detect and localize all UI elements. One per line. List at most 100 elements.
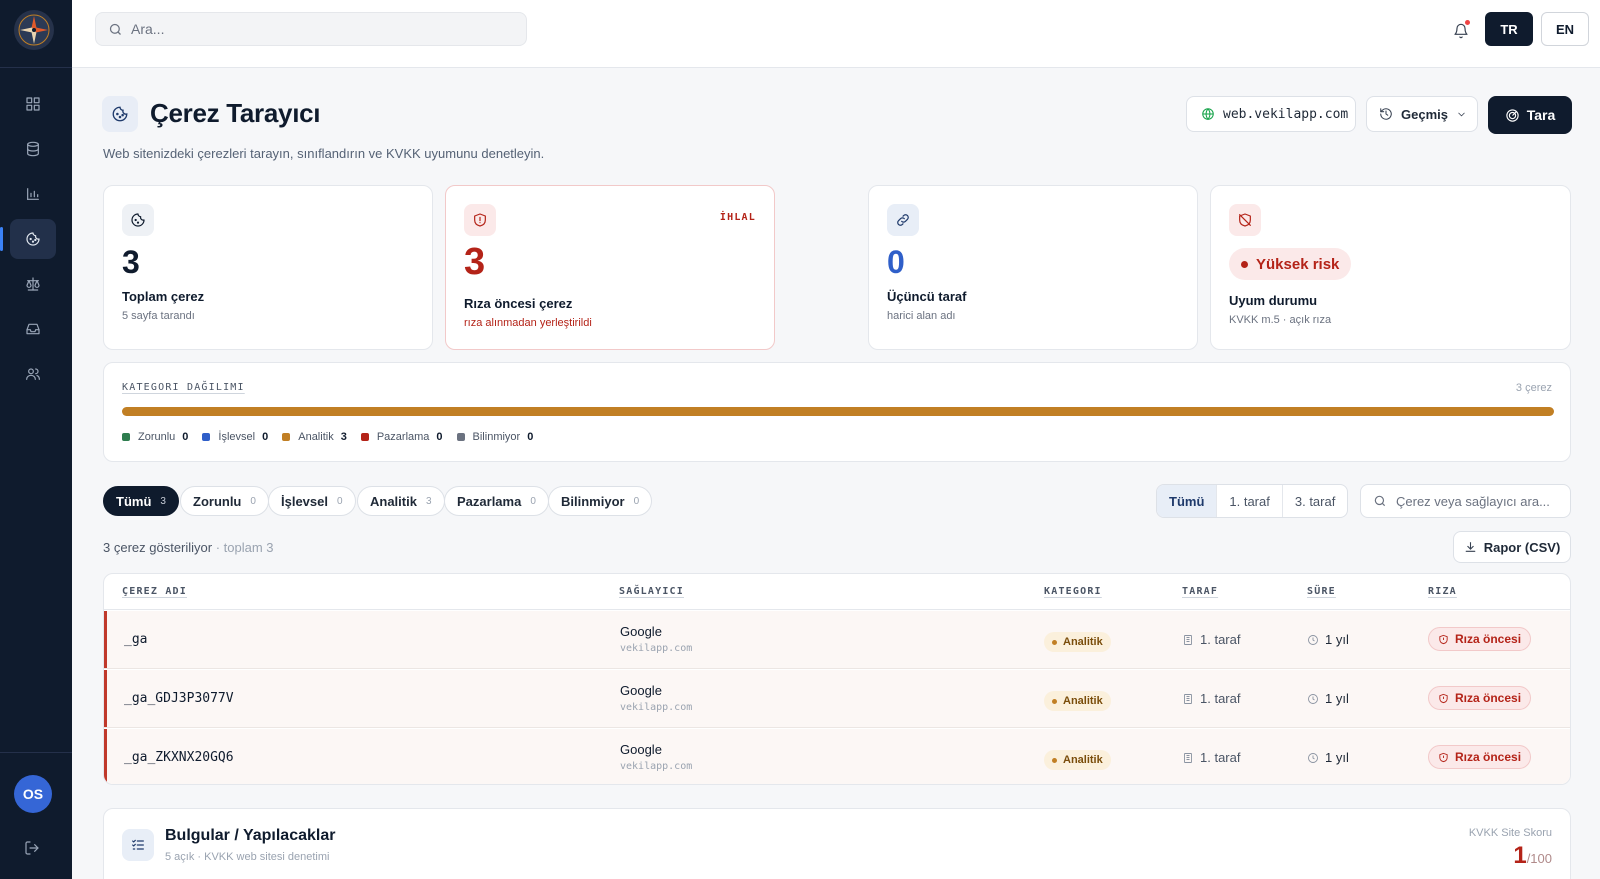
cookie-search[interactable] bbox=[1360, 484, 1571, 518]
cookie-search-input[interactable] bbox=[1396, 493, 1566, 509]
risk-dot bbox=[1241, 260, 1248, 268]
party-cell: 1. taraf bbox=[1182, 632, 1240, 647]
col-name-header[interactable]: ÇEREZ ADI bbox=[122, 586, 187, 597]
sidebar-item-users[interactable] bbox=[10, 354, 56, 394]
shield-alert-icon bbox=[464, 204, 496, 236]
compass-logo-icon[interactable] bbox=[14, 10, 54, 50]
avatar[interactable]: OS bbox=[14, 775, 52, 813]
sidebar-item-cookies[interactable] bbox=[0, 219, 56, 259]
stat-value: 0 bbox=[887, 244, 905, 280]
distribution-heading: KATEGORI DAĞILIMI bbox=[122, 382, 245, 393]
distribution-legend: Zorunlu 0 İşlevsel 0 Analitik 3 Pazarlama 0 Bili… bbox=[122, 431, 533, 443]
building-icon bbox=[1184, 634, 1192, 645]
cookie-name: _ga_GDJ3P3077V bbox=[124, 691, 234, 706]
findings-card[interactable]: Bulgular / Yapılacaklar 5 açık · KVKK we… bbox=[103, 808, 1571, 879]
cookie-name: _ga_ZKXNX20GQ6 bbox=[124, 750, 234, 765]
duration-cell: 1 yıl bbox=[1307, 691, 1349, 706]
scale-icon bbox=[26, 277, 40, 291]
topbar: TR EN bbox=[72, 0, 1600, 68]
legend-item: Pazarlama 0 bbox=[360, 431, 443, 443]
legend-item: Bilinmiyor 0 bbox=[456, 431, 534, 443]
lang-en-button[interactable]: EN bbox=[1541, 12, 1589, 46]
filter-chip-marketing[interactable]: Pazarlama 0 bbox=[444, 486, 549, 516]
chip-label: Pazarlama bbox=[457, 493, 522, 509]
stat-card-total: 3 Toplam çerez 5 sayfa tarandı bbox=[103, 185, 433, 350]
stat-sub: KVKK m.5 · açık rıza bbox=[1229, 314, 1332, 326]
segment-all[interactable]: Tümü bbox=[1157, 485, 1218, 517]
segment-third-party[interactable]: 3. taraf bbox=[1283, 485, 1347, 517]
chip-label: Tümü bbox=[116, 493, 152, 509]
search-input[interactable] bbox=[131, 21, 511, 37]
sidebar-divider bbox=[0, 67, 72, 68]
stat-value: 3 bbox=[122, 244, 140, 280]
legend-swatch bbox=[456, 433, 465, 441]
party-label: 1. taraf bbox=[1200, 632, 1241, 647]
lang-tr-button[interactable]: TR bbox=[1485, 12, 1533, 46]
domain-selector[interactable]: web.vekilapp.com bbox=[1186, 96, 1356, 132]
notifications-button[interactable] bbox=[1449, 19, 1473, 43]
col-consent-header[interactable]: RIZA bbox=[1428, 586, 1457, 597]
party-label: 1. taraf bbox=[1200, 750, 1241, 765]
col-party-header[interactable]: TARAF bbox=[1182, 586, 1218, 597]
clock-icon bbox=[1308, 634, 1318, 645]
provider-name: Google bbox=[620, 624, 662, 639]
cookie-icon bbox=[102, 96, 138, 132]
table-row[interactable]: _ga Google vekilapp.com Analitik 1. tara… bbox=[104, 611, 1570, 669]
filter-chip-analytics[interactable]: Analitik 3 bbox=[357, 486, 445, 516]
scan-button[interactable]: Tara bbox=[1488, 96, 1572, 134]
clock-icon bbox=[1308, 693, 1318, 704]
stat-label: Toplam çerez bbox=[122, 289, 205, 304]
results-total: · toplam 3 bbox=[215, 540, 274, 555]
stat-sub: 5 sayfa tarandı bbox=[122, 310, 195, 322]
segment-first-party[interactable]: 1. taraf bbox=[1217, 485, 1283, 517]
table-row[interactable]: _ga_ZKXNX20GQ6 Google vekilapp.com Anali… bbox=[104, 729, 1570, 784]
export-csv-button[interactable]: Rapor (CSV) bbox=[1453, 531, 1571, 563]
cookie-name: _ga bbox=[124, 632, 148, 647]
col-duration-header[interactable]: SÜRE bbox=[1307, 586, 1336, 597]
clock-icon bbox=[1308, 752, 1318, 763]
inbox-icon bbox=[26, 323, 40, 335]
stat-card-third-party: 0 Üçüncü taraf harici alan adı bbox=[868, 185, 1198, 350]
chip-count: 0 bbox=[633, 495, 640, 507]
sidebar-item-reports[interactable] bbox=[10, 174, 56, 214]
global-search[interactable] bbox=[95, 12, 527, 46]
col-provider-header[interactable]: SAĞLAYICI bbox=[619, 586, 684, 597]
consent-badge: Rıza öncesi bbox=[1428, 745, 1532, 769]
category-badge: Analitik bbox=[1044, 750, 1111, 770]
sidebar-item-inbox[interactable] bbox=[10, 309, 56, 349]
radar-icon bbox=[1506, 108, 1519, 122]
chip-count: 3 bbox=[160, 495, 166, 507]
sidebar-item-dashboard[interactable] bbox=[10, 84, 56, 124]
legend-label: Zorunlu bbox=[138, 431, 176, 443]
legend-count: 0 bbox=[527, 431, 534, 443]
score-number: 1 bbox=[1513, 842, 1527, 869]
filter-chip-unknown[interactable]: Bilinmiyor 0 bbox=[548, 486, 653, 516]
consent-badge: Rıza öncesi bbox=[1428, 686, 1532, 710]
filter-chip-functional[interactable]: İşlevsel 0 bbox=[268, 486, 356, 516]
globe-icon bbox=[1202, 108, 1214, 121]
legend-label: Analitik bbox=[298, 431, 334, 443]
cookie-icon bbox=[122, 204, 154, 236]
sidebar-item-database[interactable] bbox=[10, 129, 56, 169]
logout-button[interactable] bbox=[24, 840, 40, 861]
distribution-total: 3 çerez bbox=[1515, 382, 1552, 394]
csv-label: Rapor (CSV) bbox=[1483, 539, 1561, 555]
history-dropdown[interactable]: Geçmiş bbox=[1366, 96, 1478, 132]
chip-count: 0 bbox=[337, 495, 343, 507]
duration-cell: 1 yıl bbox=[1307, 632, 1349, 647]
filter-chip-all[interactable]: Tümü 3 bbox=[103, 486, 179, 516]
filter-chip-required[interactable]: Zorunlu 0 bbox=[180, 486, 269, 516]
users-icon bbox=[26, 368, 40, 380]
category-label: Analitik bbox=[1063, 636, 1103, 648]
legend-count: 0 bbox=[436, 431, 443, 443]
chip-count: 3 bbox=[425, 495, 432, 507]
dashboard-icon bbox=[26, 97, 40, 111]
table-row[interactable]: _ga_GDJ3P3077V Google vekilapp.com Anali… bbox=[104, 670, 1570, 728]
stat-label: Üçüncü taraf bbox=[887, 289, 967, 304]
col-category-header[interactable]: KATEGORI bbox=[1044, 586, 1102, 597]
shield-alert-icon bbox=[1439, 693, 1448, 703]
sidebar-item-legal[interactable] bbox=[10, 264, 56, 304]
shield-alert-icon bbox=[1439, 634, 1448, 644]
notification-dot bbox=[1465, 20, 1470, 25]
stat-card-preconsent: İHLAL 3 Rıza öncesi çerez rıza alınmadan… bbox=[445, 185, 775, 350]
